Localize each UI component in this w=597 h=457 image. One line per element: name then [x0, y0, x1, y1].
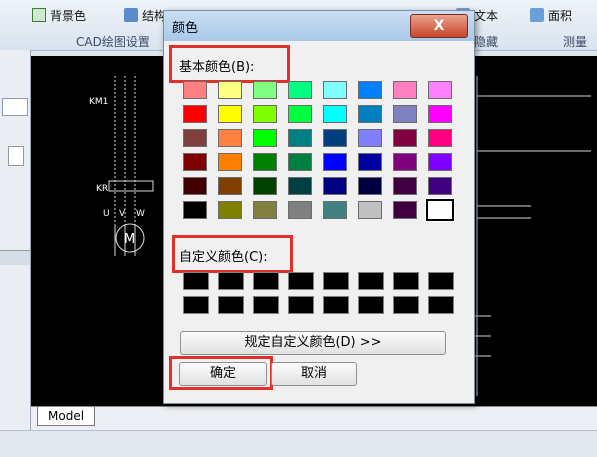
close-button[interactable]: X: [410, 14, 468, 38]
background-color-icon: [32, 8, 46, 22]
ok-button[interactable]: 确定: [179, 362, 267, 386]
custom-color-swatch[interactable]: [323, 296, 349, 314]
status-bar: [0, 430, 597, 457]
basic-color-swatch[interactable]: [393, 177, 417, 195]
cad-settings-group-label: CAD绘图设置: [76, 35, 150, 49]
custom-color-swatch[interactable]: [358, 272, 384, 290]
basic-color-swatch[interactable]: [358, 105, 382, 123]
basic-color-swatch[interactable]: [218, 153, 242, 171]
define-custom-colors-button[interactable]: 规定自定义颜色(D) >>: [180, 331, 446, 355]
basic-color-swatch[interactable]: [358, 201, 382, 219]
custom-color-swatch[interactable]: [323, 272, 349, 290]
basic-color-swatch[interactable]: [323, 201, 347, 219]
basic-color-swatch[interactable]: [428, 177, 452, 195]
custom-color-swatch[interactable]: [393, 296, 419, 314]
basic-color-swatch[interactable]: [183, 153, 207, 171]
v-label: V: [119, 209, 126, 219]
basic-color-swatch[interactable]: [288, 81, 312, 99]
dialog-title: 颜色: [172, 21, 199, 36]
color-dialog: 颜色 X 基本颜色(B): 自定义颜色(C): 规定自定义颜色(D) >> 确定…: [163, 10, 475, 404]
custom-color-swatch[interactable]: [218, 272, 244, 290]
basic-color-swatch[interactable]: [425, 198, 455, 222]
basic-color-swatch[interactable]: [393, 153, 417, 171]
custom-color-swatch[interactable]: [218, 296, 244, 314]
basic-color-swatch[interactable]: [218, 81, 242, 99]
custom-color-swatch[interactable]: [183, 272, 209, 290]
custom-color-swatch[interactable]: [358, 296, 384, 314]
basic-color-swatch[interactable]: [428, 105, 452, 123]
custom-color-swatch[interactable]: [288, 272, 314, 290]
w-label: W: [136, 209, 145, 219]
basic-color-swatch[interactable]: [393, 129, 417, 147]
custom-colors-label: 自定义颜色(C):: [179, 250, 268, 265]
basic-color-swatch[interactable]: [218, 177, 242, 195]
area-button[interactable]: 面积: [530, 6, 572, 24]
basic-color-swatch[interactable]: [183, 81, 207, 99]
structure-icon: [124, 8, 138, 22]
basic-color-swatch[interactable]: [288, 129, 312, 147]
basic-color-swatch[interactable]: [358, 153, 382, 171]
basic-color-swatch[interactable]: [428, 129, 452, 147]
basic-color-swatch[interactable]: [183, 201, 207, 219]
structure-button[interactable]: 结构: [124, 6, 166, 24]
basic-color-swatch[interactable]: [183, 129, 207, 147]
basic-color-swatch[interactable]: [358, 81, 382, 99]
cancel-button[interactable]: 取消: [271, 362, 357, 386]
measure-group-label: 测量: [563, 35, 588, 49]
basic-color-swatch[interactable]: [288, 201, 312, 219]
basic-color-swatch[interactable]: [253, 153, 277, 171]
left-panel: [0, 50, 31, 430]
custom-color-swatch[interactable]: [253, 296, 279, 314]
basic-color-swatch[interactable]: [183, 177, 207, 195]
basic-color-swatch[interactable]: [183, 105, 207, 123]
basic-color-swatch[interactable]: [253, 81, 277, 99]
custom-color-swatch[interactable]: [428, 272, 454, 290]
basic-color-swatch[interactable]: [323, 81, 347, 99]
motor-label: M: [124, 232, 135, 247]
layout-tab-bar: Model: [31, 406, 597, 431]
basic-color-swatch[interactable]: [253, 129, 277, 147]
basic-color-swatch[interactable]: [218, 129, 242, 147]
basic-color-swatch[interactable]: [323, 153, 347, 171]
left-panel-header: [0, 250, 30, 265]
custom-color-swatch[interactable]: [393, 272, 419, 290]
left-panel-scroll-thumb[interactable]: [8, 146, 24, 166]
basic-color-swatch[interactable]: [323, 177, 347, 195]
text-label: 文本: [474, 8, 499, 23]
custom-color-swatch[interactable]: [183, 296, 209, 314]
basic-color-swatch[interactable]: [288, 153, 312, 171]
background-color-button[interactable]: 背景色: [32, 6, 86, 24]
basic-color-swatch[interactable]: [253, 201, 277, 219]
basic-color-swatch[interactable]: [358, 129, 382, 147]
basic-color-swatch[interactable]: [358, 177, 382, 195]
background-color-label: 背景色: [50, 8, 87, 23]
basic-color-swatch[interactable]: [428, 153, 452, 171]
area-icon: [530, 8, 544, 22]
hide-group-label: 隐藏: [474, 35, 499, 49]
basic-color-swatch[interactable]: [253, 177, 277, 195]
basic-color-swatch[interactable]: [218, 201, 242, 219]
basic-color-swatch[interactable]: [393, 201, 417, 219]
area-label: 面积: [548, 8, 573, 23]
basic-color-swatch[interactable]: [393, 81, 417, 99]
basic-colors-label: 基本颜色(B):: [179, 60, 255, 75]
basic-color-swatch[interactable]: [288, 105, 312, 123]
basic-color-swatch[interactable]: [428, 81, 452, 99]
basic-color-swatch[interactable]: [393, 105, 417, 123]
custom-color-swatch[interactable]: [288, 296, 314, 314]
kr-label: KR: [96, 184, 108, 194]
km1-label: KM1: [89, 97, 108, 107]
left-panel-dropdown[interactable]: [2, 98, 28, 116]
model-tab[interactable]: Model: [37, 407, 96, 426]
basic-color-swatch[interactable]: [288, 177, 312, 195]
dialog-titlebar[interactable]: 颜色 X: [164, 11, 474, 41]
basic-color-swatch[interactable]: [323, 105, 347, 123]
custom-color-swatch[interactable]: [253, 272, 279, 290]
basic-color-swatch[interactable]: [323, 129, 347, 147]
basic-color-swatch[interactable]: [253, 105, 277, 123]
custom-color-swatch[interactable]: [428, 296, 454, 314]
basic-color-swatch[interactable]: [218, 105, 242, 123]
u-label: U: [103, 209, 110, 219]
